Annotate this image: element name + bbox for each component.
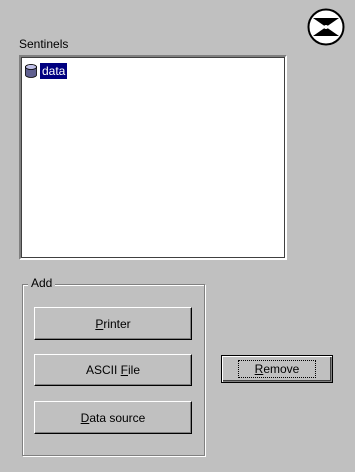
remove-button-label: Remove [237, 360, 317, 378]
ascii-file-button[interactable]: ASCII File [34, 354, 192, 386]
data-source-button[interactable]: Data source [34, 401, 192, 434]
hourglass-logo-icon [307, 8, 345, 46]
remove-button[interactable]: Remove [221, 355, 333, 383]
add-group-label: Add [28, 276, 56, 290]
printer-button-label: Printer [95, 316, 131, 331]
data-source-button-label: Data source [80, 410, 146, 425]
list-item-label: data [40, 63, 68, 79]
list-item[interactable]: data [25, 62, 68, 80]
sentinels-label: Sentinels [19, 37, 69, 51]
ascii-file-button-label: ASCII File [85, 363, 141, 377]
sentinels-listbox[interactable]: data [19, 55, 287, 260]
printer-button[interactable]: Printer [34, 307, 192, 340]
database-icon [25, 64, 37, 78]
